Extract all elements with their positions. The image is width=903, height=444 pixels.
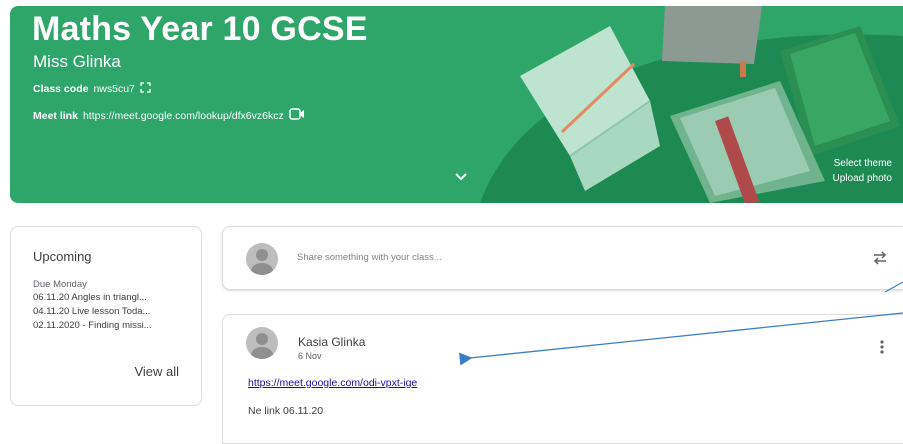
post-author: Kasia Glinka (298, 335, 366, 349)
share-box[interactable]: Share something with your class... (222, 226, 903, 290)
class-code-value: nws5cu7 (93, 83, 135, 95)
upcoming-item[interactable]: 06.11.20 Angles in triangl... (33, 292, 147, 303)
class-banner: Maths Year 10 GCSE Miss Glinka Class cod… (10, 6, 903, 203)
stream-post: Kasia Glinka 6 Nov https://meet.google.c… (222, 314, 903, 444)
meet-link-row: Meet link https://meet.google.com/lookup… (33, 108, 306, 123)
avatar (246, 243, 278, 275)
select-theme-link[interactable]: Select theme (833, 156, 892, 171)
teacher-name: Miss Glinka (33, 52, 121, 71)
more-vert-icon[interactable] (879, 339, 885, 355)
class-title: Maths Year 10 GCSE (32, 10, 368, 48)
upcoming-card: Upcoming Due Monday 06.11.20 Angles in t… (10, 226, 202, 406)
meet-link-label: Meet link (33, 109, 78, 122)
upcoming-item[interactable]: 02.11.2020 - Finding missi... (33, 320, 152, 331)
post-link[interactable]: https://meet.google.com/odi-vpxt-ige (248, 377, 417, 389)
upcoming-title: Upcoming (33, 249, 92, 264)
post-body: Ne link 06.11.20 (248, 405, 324, 417)
upload-photo-link[interactable]: Upload photo (833, 171, 893, 186)
view-all-link[interactable]: View all (134, 364, 179, 379)
meet-link-value[interactable]: https://meet.google.com/lookup/dfx6vz6kc… (83, 110, 284, 122)
upcoming-item[interactable]: 04.11.20 Live lesson Toda... (33, 306, 150, 317)
share-placeholder: Share something with your class... (297, 252, 442, 263)
class-code-row: Class code nws5cu7 (33, 82, 151, 96)
repost-icon[interactable] (871, 249, 889, 267)
fullscreen-icon[interactable] (140, 82, 151, 96)
video-camera-icon[interactable] (289, 108, 306, 123)
theme-links: Select theme Upload photo (833, 156, 893, 186)
avatar (246, 327, 278, 359)
upcoming-due-label: Due Monday (33, 279, 87, 290)
post-date: 6 Nov (298, 351, 322, 361)
class-code-label: Class code (33, 83, 89, 95)
chevron-down-icon[interactable] (454, 172, 468, 182)
